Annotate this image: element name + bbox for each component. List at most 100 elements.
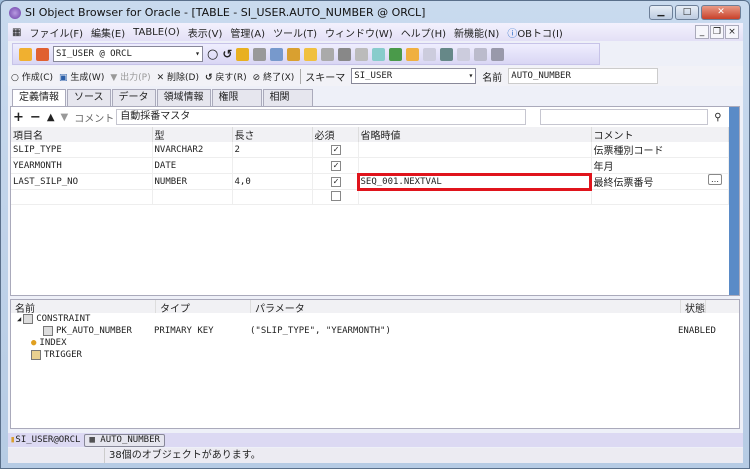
mdi-minimize-button[interactable]: _ [695, 25, 709, 39]
tree-node-index[interactable]: ● INDEX [11, 337, 739, 349]
cylinder-icon[interactable] [304, 47, 318, 61]
connection-select[interactable]: SI_USER @ ORCL ▾ [53, 46, 203, 62]
menu-view[interactable]: 表示(V) [188, 25, 223, 40]
sql-icon[interactable] [457, 47, 471, 61]
database-icon[interactable] [253, 47, 267, 61]
add-column-button[interactable]: + [13, 110, 24, 125]
cell-name[interactable]: LAST_SILP_NO [11, 173, 153, 190]
menu-edit[interactable]: 編集(E) [91, 25, 125, 40]
name-field[interactable]: AUTO_NUMBER [508, 68, 659, 84]
output-button[interactable]: ▼ 出力(P) [110, 70, 150, 83]
cell-default[interactable] [358, 142, 592, 158]
disconnect-icon[interactable] [36, 47, 49, 61]
cell-type[interactable] [152, 189, 233, 205]
tree-node-constraint[interactable]: ◢ CONSTRAINT [11, 313, 739, 325]
col-header-required[interactable]: 必須 [312, 127, 359, 142]
cell-type[interactable]: NVARCHAR2 [152, 142, 233, 158]
window-icon[interactable] [491, 47, 505, 61]
window-tab-connection[interactable]: ▮SI_USER@ORCL [10, 435, 80, 445]
table-row[interactable]: SLIP_TYPE NVARCHAR2 2 ✓ 伝票種別コード [11, 142, 729, 158]
search-input[interactable] [540, 109, 709, 125]
cell-length[interactable]: 4,0 [232, 173, 313, 190]
ellipsis-button[interactable]: … [708, 174, 722, 185]
menu-window[interactable]: ウィンドウ(W) [325, 25, 393, 40]
schema-select[interactable]: SI_USER ▾ [351, 68, 477, 84]
key-icon[interactable] [406, 47, 420, 61]
cell-required[interactable]: ✓ [312, 157, 359, 174]
cell-comment[interactable]: 年月 [591, 157, 729, 174]
cell-name[interactable]: SLIP_TYPE [11, 142, 153, 158]
connect-icon[interactable] [19, 47, 32, 61]
tree-node-pk[interactable]: PK_AUTO_NUMBER PRIMARY KEY ("SLIP_TYPE",… [11, 325, 739, 337]
table-comment-input[interactable]: 自動採番マスタ [116, 109, 527, 125]
required-checkbox[interactable]: ✓ [331, 144, 341, 155]
col-header-type[interactable]: 型 [152, 127, 233, 142]
cell-name[interactable] [11, 189, 153, 205]
tab-definition[interactable]: 定義情報 [12, 89, 66, 107]
cell-required[interactable]: ✓ [312, 173, 359, 190]
maximize-button[interactable]: □ [675, 5, 699, 20]
menu-new-features[interactable]: 新機能(N) [454, 25, 499, 40]
tab-data[interactable]: データ [111, 89, 156, 106]
cell-required[interactable]: ✓ [312, 142, 359, 158]
export-icon[interactable] [440, 47, 454, 61]
menu-admin[interactable]: 管理(A) [230, 25, 265, 40]
monitor-icon[interactable] [338, 47, 352, 61]
tree-node-trigger[interactable]: TRIGGER [11, 349, 739, 361]
refresh-icon[interactable]: ↺ [222, 47, 232, 61]
table-row[interactable]: YEARMONTH DATE ✓ 年月 [11, 157, 729, 174]
compare-icon[interactable] [389, 47, 403, 61]
required-checkbox[interactable]: ✓ [331, 176, 341, 187]
close-tab-button[interactable]: ⊘ 終了(X) [253, 70, 295, 83]
sql-search-icon[interactable] [423, 47, 437, 61]
lower-header-state[interactable]: 状態 [681, 300, 706, 315]
cell-comment[interactable]: 伝票種別コード [591, 142, 729, 158]
computer-icon[interactable] [270, 47, 284, 61]
lower-header-params[interactable]: パラメータ [251, 300, 681, 315]
cell-default[interactable] [358, 157, 592, 174]
cell-length[interactable]: 2 [232, 142, 313, 158]
globe-icon[interactable] [372, 47, 386, 61]
mdi-restore-button[interactable]: ❐ [710, 25, 724, 39]
cell-type[interactable]: DATE [152, 157, 233, 174]
table-row[interactable] [11, 189, 729, 205]
delete-button[interactable]: ✕ 削除(D) [157, 70, 199, 83]
menu-table[interactable]: TABLE(O) [133, 27, 180, 38]
minimize-button[interactable]: ▁ [649, 5, 673, 20]
tab-source[interactable]: ソース [67, 89, 111, 106]
move-down-button[interactable]: ▼ [61, 112, 69, 123]
lock-icon[interactable] [287, 47, 301, 61]
col-header-length[interactable]: 長さ [232, 127, 313, 142]
menu-ob-tips[interactable]: ⓘOBトコ(I) [507, 25, 562, 40]
report-icon[interactable] [474, 47, 488, 61]
tab-privileges[interactable]: 権限 [211, 89, 262, 106]
col-header-name[interactable]: 項目名 [11, 127, 153, 142]
move-up-button[interactable]: ▲ [47, 112, 55, 123]
cell-default[interactable]: SEQ_001.NEXTVAL [357, 172, 592, 191]
menu-file[interactable]: ファイル(F) [29, 25, 83, 40]
create-button[interactable]: ○ 作成(C) [11, 70, 53, 83]
cell-comment[interactable] [591, 189, 729, 205]
window-tab-table[interactable]: ▦ AUTO_NUMBER [84, 433, 165, 447]
tab-storage[interactable]: 領域情報 [156, 89, 211, 106]
cell-required[interactable] [312, 189, 359, 205]
col-header-comment[interactable]: コメント [591, 127, 729, 142]
copy-icon[interactable] [355, 47, 369, 61]
circle-icon[interactable]: ○ [207, 47, 218, 62]
lower-header-type[interactable]: タイプ [156, 300, 251, 315]
remove-column-button[interactable]: − [30, 110, 41, 125]
mdi-close-button[interactable]: × [725, 25, 739, 39]
revert-button[interactable]: ↺ 戻す(R) [205, 70, 247, 83]
user-icon[interactable] [236, 47, 250, 61]
panel-scrollbar[interactable] [729, 107, 739, 295]
cell-length[interactable] [232, 189, 313, 205]
table-row[interactable]: LAST_SILP_NO NUMBER 4,0 ✓ SEQ_001.NEXTVA… [11, 172, 729, 191]
cell-type[interactable]: NUMBER [152, 173, 233, 190]
menu-help[interactable]: ヘルプ(H) [401, 25, 446, 40]
tab-relations[interactable]: 相関 [262, 89, 313, 106]
binoculars-icon[interactable]: ⚲ [714, 112, 721, 123]
generate-button[interactable]: ▣ 生成(W) [59, 70, 104, 83]
cell-length[interactable] [232, 157, 313, 174]
cell-default[interactable] [358, 189, 592, 205]
col-header-default[interactable]: 省略時値 [358, 127, 592, 142]
